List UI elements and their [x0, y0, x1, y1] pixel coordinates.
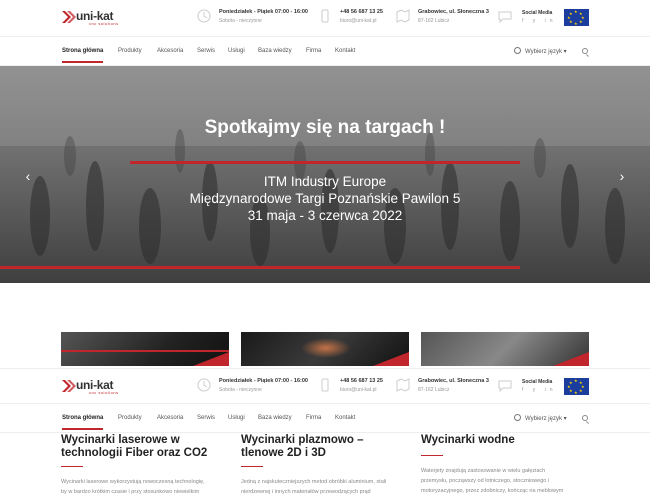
nav-item-company[interactable]: Firma: [306, 48, 321, 54]
email-address[interactable]: biuro@uni-kat.pl: [340, 387, 376, 393]
eu-flag-icon: ★ ★ ★ ★ ★ ★ ★ ★: [564, 9, 589, 26]
hours-saturday: Sobota - nieczynne: [219, 387, 262, 393]
language-label: Wybierz język: [525, 416, 562, 422]
map-icon: [396, 9, 410, 23]
card-waterjet-image[interactable]: [421, 332, 589, 366]
card-spark-glow: [301, 338, 351, 358]
social-icons[interactable]: f y in: [522, 18, 557, 24]
map-icon: [396, 378, 410, 392]
nav-item-service[interactable]: Serwis: [197, 48, 215, 54]
nav-item-home[interactable]: Strona główna: [62, 48, 104, 63]
hero-divider: [130, 161, 520, 164]
nav-item-service[interactable]: Serwis: [197, 415, 215, 421]
nav-item-accessories[interactable]: Akcesoria: [157, 48, 183, 54]
column-title-line: Wycinarki laserowe w: [61, 434, 180, 446]
column-title[interactable]: Wycinarki plazmowo – tlenowe 2D i 3D: [241, 434, 364, 460]
slider-prev-button[interactable]: ‹: [17, 161, 39, 191]
nav-item-knowledge-base[interactable]: Baza wiedzy: [258, 415, 292, 421]
main-nav: Strona główna Produkty Akcesoria Serwis …: [0, 36, 650, 66]
nav-item-company[interactable]: Firma: [306, 415, 321, 421]
chat-icon: [498, 11, 512, 23]
card-accent-corner: [553, 352, 589, 366]
logo-mark-icon: [62, 11, 76, 23]
column-text-line: Wycinarki laserowe wykorzystują nowoczes…: [61, 479, 205, 485]
column-divider: [421, 455, 443, 456]
nav-item-knowledge-base[interactable]: Baza wiedzy: [258, 48, 292, 54]
column-title-line: Wycinarki plazmowo –: [241, 434, 364, 446]
logo[interactable]: uni-kat cnc solutions: [62, 378, 124, 397]
logo-tagline: cnc solutions: [89, 390, 119, 395]
logo[interactable]: uni-kat cnc solutions: [62, 9, 124, 28]
column-text: Wycinarki laserowe wykorzystują nowoczes…: [61, 477, 205, 497]
address-street: Grabowiec, ul. Słoneczna 3: [418, 378, 489, 384]
language-select[interactable]: Wybierz język ▾: [514, 414, 567, 422]
column-text-line: przemysłu, począwszy od lotniczego, stoc…: [421, 478, 550, 484]
social-title: Social Media: [522, 10, 553, 16]
nav-item-products[interactable]: Produkty: [118, 415, 142, 421]
nav-item-products[interactable]: Produkty: [118, 48, 142, 54]
address-city: 87-162 Lubicz: [418, 387, 450, 393]
globe-icon: [514, 414, 521, 421]
top-header: uni-kat cnc solutions Poniedziałek - Pią…: [0, 0, 650, 36]
column-title-line: tlenowe 2D i 3D: [241, 447, 326, 459]
column-text: Jedną z najskuteczniejszych metod obróbk…: [241, 477, 386, 497]
logo-mark-icon: [62, 380, 76, 392]
column-title[interactable]: Wycinarki laserowe w technologii Fiber o…: [61, 434, 207, 460]
column-text-line: Waterjety znajdują zastosowanie w wielu …: [421, 468, 546, 474]
card-accent-corner: [373, 352, 409, 366]
column-divider: [61, 466, 83, 467]
column-text-line: Jedną z najskuteczniejszych metod obróbk…: [241, 479, 387, 485]
hero-slider: Spotkajmy się na targach ! ITM Industry …: [0, 66, 650, 283]
hero-event-venue: Międzynarodowe Targi Poznańskie Pawilon …: [189, 191, 461, 206]
phone-icon: [321, 9, 329, 23]
nav-item-services[interactable]: Usługi: [228, 415, 245, 421]
hero-title: Spotkajmy się na targach !: [204, 117, 446, 138]
hours-line: Poniedziałek - Piątek 07:00 - 16:00: [219, 9, 308, 15]
slider-progress-bar: [0, 266, 520, 269]
phone-number[interactable]: +48 56 687 13 25: [340, 9, 383, 15]
nav-item-home[interactable]: Strona główna: [62, 415, 104, 430]
column-title[interactable]: Wycinarki wodne: [421, 434, 515, 447]
hero-event-name: ITM Industry Europe: [263, 174, 387, 189]
column-text-line: motoryzacyjnego, przez zdobniczy, kończą…: [421, 488, 564, 494]
sticky-header: uni-kat cnc solutions Poniedziałek - Pią…: [0, 368, 650, 404]
address-city: 87-162 Lubicz: [418, 18, 450, 24]
nav-item-contact[interactable]: Kontakt: [335, 48, 355, 54]
logo-tagline: cnc solutions: [89, 21, 119, 26]
card-plasma-image[interactable]: [241, 332, 409, 366]
language-select[interactable]: Wybierz język ▾: [514, 47, 567, 55]
search-icon[interactable]: [582, 415, 588, 421]
social-icons[interactable]: f y in: [522, 387, 557, 393]
column-title-line: Wycinarki wodne: [421, 434, 515, 446]
nav-item-contact[interactable]: Kontakt: [335, 415, 355, 421]
phone-icon: [321, 378, 329, 392]
hero-event-dates: 31 maja - 3 czerwca 2022: [247, 208, 403, 223]
card-laser-image[interactable]: [61, 332, 229, 366]
language-label: Wybierz język: [525, 49, 562, 55]
column-text-line: nierdzewnej i innych materiałów przewodz…: [241, 489, 371, 495]
column-divider: [241, 466, 263, 467]
slider-next-button[interactable]: ›: [611, 161, 633, 191]
phone-number[interactable]: +48 56 687 13 25: [340, 378, 383, 384]
clock-icon: [197, 378, 211, 392]
hours-line: Poniedziałek - Piątek 07:00 - 16:00: [219, 378, 308, 384]
social-title: Social Media: [522, 379, 553, 385]
product-cards: [0, 332, 650, 368]
card-accent-corner: [193, 352, 229, 366]
nav-item-accessories[interactable]: Akcesoria: [157, 415, 183, 421]
sticky-nav: Strona główna Produkty Akcesoria Serwis …: [0, 403, 650, 433]
nav-item-services[interactable]: Usługi: [228, 48, 245, 54]
globe-icon: [514, 47, 521, 54]
column-text: Waterjety znajdują zastosowanie w wielu …: [421, 466, 563, 496]
address-street: Grabowiec, ul. Słoneczna 3: [418, 9, 489, 15]
chat-icon: [498, 380, 512, 392]
email-address[interactable]: biuro@uni-kat.pl: [340, 18, 376, 24]
eu-flag-icon: ★ ★ ★ ★ ★ ★ ★ ★: [564, 378, 589, 395]
search-icon[interactable]: [582, 48, 588, 54]
column-text-line: by w bardzo krótkim czasie i przy stosun…: [61, 489, 200, 495]
column-title-line: technologii Fiber oraz CO2: [61, 447, 208, 459]
clock-icon: [197, 9, 211, 23]
hours-saturday: Sobota - nieczynne: [219, 18, 262, 24]
